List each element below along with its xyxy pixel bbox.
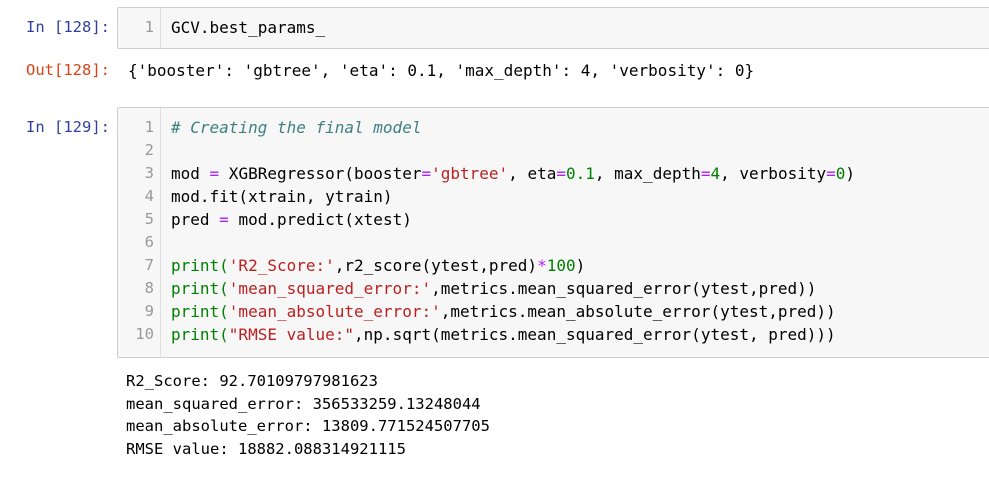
cell-129-editor[interactable]: 1 # Creating the final model 2 3 mod = XGBRe… [117, 107, 989, 358]
code-token: , eta [508, 164, 557, 183]
code-token: print( [171, 302, 229, 321]
code-line[interactable]: 4 mod.fit(xtrain, ytrain) [118, 185, 989, 208]
cell-129[interactable]: In [129]: 1 # Creating the final model 2 3 m… [0, 100, 989, 483]
code-line[interactable]: 9 print('mean_absolute_error:',metrics.me… [118, 300, 989, 323]
cell-128-editor[interactable]: 1 GCV.best_params_ [117, 7, 989, 49]
code-line[interactable]: 3 mod = XGBRegressor(booster='gbtree', et… [118, 162, 989, 185]
code-token: 0.1 [565, 164, 595, 183]
code-token: print( [171, 256, 229, 275]
code-line[interactable]: 6 [118, 231, 989, 254]
code-text[interactable]: print("RMSE value:",np.sqrt(metrics.mean… [171, 323, 836, 346]
line-number: 4 [144, 187, 154, 205]
code-token: * [537, 256, 547, 275]
code-token: 'mean_absolute_error:' [228, 302, 441, 321]
code-text[interactable]: print('mean_absolute_error:',metrics.mea… [171, 300, 836, 323]
code-text[interactable]: print('mean_squared_error:',metrics.mean… [171, 277, 816, 300]
code-token: # Creating the final model [171, 118, 422, 137]
cell-128[interactable]: In [128]: 1 GCV.best_params_ Out[128]: {'… [0, 0, 989, 100]
code-token: mod [171, 164, 210, 183]
output-line: RMSE value: 18882.088314921115 [126, 439, 406, 458]
code-token: 'R2_Score:' [228, 256, 335, 275]
code-text[interactable]: print('R2_Score:',r2_score(ytest,pred)*1… [171, 254, 585, 277]
code-token: ) [845, 164, 856, 183]
line-number: 7 [144, 256, 154, 274]
output-line: mean_absolute_error: 13809.771524507705 [126, 417, 490, 435]
line-number: 3 [144, 164, 154, 182]
code-text[interactable]: GCV.best_params_ [171, 16, 325, 39]
output-line: mean_squared_error: 356533259.13248044 [126, 394, 481, 413]
code-token: "RMSE value:" [228, 325, 355, 344]
code-token: print( [171, 279, 229, 298]
cell-129-in-prompt: In [129]: [26, 118, 110, 136]
code-token: mod.fit(xtrain, ytrain) [171, 187, 393, 206]
code-text[interactable]: pred = mod.predict(xtest) [171, 208, 412, 231]
code-token: = [219, 210, 229, 229]
line-number: 8 [144, 279, 154, 297]
code-token: = [421, 164, 432, 183]
code-token: ,metrics.mean_squared_error(ytest,pred)) [431, 279, 817, 298]
line-number: 2 [144, 141, 154, 159]
code-token: pred [171, 210, 220, 229]
code-line[interactable]: 5 pred = mod.predict(xtest) [118, 208, 989, 231]
code-token: XGBRegressor(booster [219, 164, 422, 183]
line-number: 6 [144, 233, 154, 251]
code-token: 'gbtree' [431, 164, 509, 183]
code-line[interactable]: 7 print('R2_Score:',r2_score(ytest,pred)*… [118, 254, 989, 277]
code-token: 0 [835, 164, 846, 183]
code-token: mod.predict(xtest) [228, 210, 412, 229]
code-line[interactable]: 8 print('mean_squared_error:',metrics.mea… [118, 277, 989, 300]
code-line[interactable]: 10 print("RMSE value:",np.sqrt(metrics.me… [118, 323, 989, 346]
cell-128-output: {'booster': 'gbtree', 'eta': 0.1, 'max_d… [128, 61, 755, 80]
line-number: 1 [144, 118, 154, 136]
code-token: 4 [710, 164, 721, 183]
line-number: 10 [135, 325, 154, 343]
code-token: ) [575, 256, 586, 275]
code-token: = [556, 164, 566, 183]
line-number: 9 [144, 302, 154, 320]
code-token: 'mean_squared_error:' [228, 279, 432, 298]
code-token: = [209, 164, 220, 183]
code-token: GCV.best_params_ [171, 18, 326, 37]
code-line[interactable]: 1 GCV.best_params_ [118, 16, 989, 39]
code-text[interactable]: # Creating the final model [171, 116, 421, 139]
code-token: print( [171, 325, 229, 344]
line-number: 5 [144, 210, 154, 228]
code-line[interactable]: 1 # Creating the final model [118, 116, 989, 139]
code-token: ,r2_score(ytest,pred) [334, 256, 538, 275]
cell-128-in-prompt: In [128]: [26, 18, 110, 36]
code-token: , max_depth [594, 164, 701, 183]
code-token: = [700, 164, 711, 183]
line-number: 1 [144, 18, 154, 36]
code-line[interactable]: 2 [118, 139, 989, 162]
code-token: ,metrics.mean_absolute_error(ytest,pred)… [440, 302, 836, 321]
code-token: ,np.sqrt(metrics.mean_squared_error(ytes… [354, 325, 836, 344]
code-text[interactable]: mod = XGBRegressor(booster='gbtree', eta… [171, 162, 855, 185]
code-token: , verbosity [720, 164, 827, 183]
cell-128-out-prompt: Out[128]: [26, 61, 110, 79]
code-token: 100 [546, 256, 576, 275]
output-line: R2_Score: 92.70109797981623 [126, 372, 378, 390]
code-text[interactable]: mod.fit(xtrain, ytrain) [171, 185, 393, 208]
code-token: = [826, 164, 836, 183]
